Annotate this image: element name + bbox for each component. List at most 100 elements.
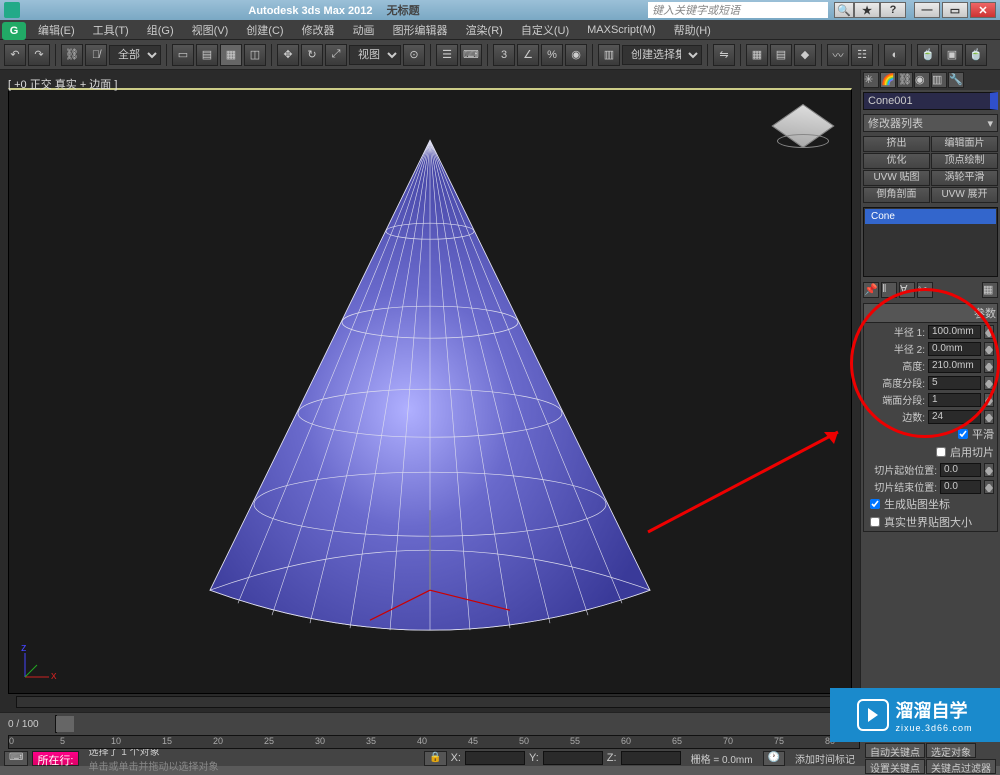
select-region-button[interactable]: ▦ <box>220 44 242 66</box>
modbtn-editpatch[interactable]: 编辑面片 <box>931 136 998 152</box>
undo-button[interactable]: ↶ <box>4 44 26 66</box>
menu-modifiers[interactable]: 修改器 <box>294 20 343 40</box>
viewport-label[interactable]: [ +0 正交 真实 + 边面 ] <box>8 76 117 92</box>
schematic-button[interactable]: ☷ <box>851 44 873 66</box>
percent-snap-button[interactable]: % <box>541 44 563 66</box>
modbtn-optimize[interactable]: 优化 <box>863 153 930 169</box>
spinner-height[interactable] <box>984 359 994 373</box>
coord-y-input[interactable] <box>543 751 603 765</box>
select-name-button[interactable]: ▤ <box>196 44 218 66</box>
stack-item-cone[interactable]: Cone <box>865 209 996 224</box>
remove-mod-icon[interactable]: ✂ <box>917 282 933 298</box>
input-capsegs[interactable]: 1 <box>928 393 981 407</box>
selected-key-button[interactable]: 选定对象 <box>926 743 976 758</box>
maxscript-mini-button[interactable]: ⌨ <box>4 751 28 766</box>
add-time-tag[interactable]: 添加时间标记 <box>789 751 861 766</box>
checkbox-genuv[interactable] <box>870 499 880 509</box>
input-height[interactable]: 210.0mm <box>928 359 981 373</box>
modbtn-uvwmap[interactable]: UVW 贴图 <box>863 170 930 186</box>
tab-modify-icon[interactable]: 🌈 <box>880 72 896 88</box>
input-heightsegs[interactable]: 5 <box>928 376 981 390</box>
tab-utilities-icon[interactable]: 🔧 <box>948 72 964 88</box>
coord-z-input[interactable] <box>621 751 681 765</box>
menu-maxscript[interactable]: MAXScript(M) <box>579 22 663 38</box>
rotate-button[interactable]: ↻ <box>301 44 323 66</box>
modbtn-extrude[interactable]: 挤出 <box>863 136 930 152</box>
unlink-button[interactable]: ⛓̸ <box>85 44 107 66</box>
menu-render[interactable]: 渲染(R) <box>458 20 511 40</box>
close-button[interactable]: ✕ <box>970 2 996 18</box>
link-button[interactable]: ⛓ <box>61 44 83 66</box>
spinner-radius1[interactable] <box>984 325 994 339</box>
menu-anim[interactable]: 动画 <box>345 20 383 40</box>
menu-group[interactable]: 组(G) <box>139 20 182 40</box>
viewport[interactable]: z x <box>8 88 852 694</box>
modbtn-bevelprofile[interactable]: 倒角剖面 <box>863 187 930 203</box>
move-button[interactable]: ✥ <box>277 44 299 66</box>
menu-customize[interactable]: 自定义(U) <box>513 20 577 40</box>
menu-create[interactable]: 创建(C) <box>238 20 291 40</box>
modbtn-turbosmooth[interactable]: 涡轮平滑 <box>931 170 998 186</box>
redo-button[interactable]: ↷ <box>28 44 50 66</box>
tab-display-icon[interactable]: ▥ <box>931 72 947 88</box>
menu-view[interactable]: 视图(V) <box>184 20 237 40</box>
spinner-heightsegs[interactable] <box>984 376 994 390</box>
time-tag-icon[interactable]: 🕐 <box>763 751 785 766</box>
spinner-radius2[interactable] <box>984 342 994 356</box>
help-icon[interactable]: ? <box>880 2 906 18</box>
viewcube[interactable] <box>773 96 833 156</box>
modifier-list-dropdown[interactable]: 修改器列表▾ <box>863 114 998 132</box>
auto-key-button[interactable]: 自动关键点 <box>865 743 925 758</box>
time-slider[interactable] <box>55 715 57 733</box>
checkbox-smooth[interactable] <box>958 429 968 439</box>
select-button[interactable]: ▭ <box>172 44 194 66</box>
coord-x-input[interactable] <box>465 751 525 765</box>
pivot-button[interactable]: ⊙ <box>403 44 425 66</box>
help-search-input[interactable]: 键入关键字或短语 <box>648 2 828 18</box>
key-filter-button[interactable]: 关键点过滤器 <box>926 759 996 774</box>
graphite-button[interactable]: ◆ <box>794 44 816 66</box>
render-setup-button[interactable]: 🍵 <box>917 44 939 66</box>
lock-selection-icon[interactable]: 🔒 <box>424 751 446 766</box>
scale-button[interactable]: ⤢ <box>325 44 347 66</box>
menu-edit[interactable]: 编辑(E) <box>30 20 83 40</box>
snap-toggle-button[interactable]: 3 <box>493 44 515 66</box>
show-end-result-icon[interactable]: ‖ <box>881 282 897 298</box>
spinner-capsegs[interactable] <box>984 393 994 407</box>
keyboard-shortcut-button[interactable]: ⌨ <box>460 44 482 66</box>
tab-create-icon[interactable]: ✳ <box>863 72 879 88</box>
spinner-slice-to[interactable] <box>984 480 994 494</box>
checkbox-realworld[interactable] <box>870 517 880 527</box>
layers-button[interactable]: ▤ <box>770 44 792 66</box>
input-slice-from[interactable]: 0.0 <box>940 463 981 477</box>
now-line-button[interactable]: 所在行: <box>32 751 78 766</box>
tab-motion-icon[interactable]: ◉ <box>914 72 930 88</box>
app-logo-icon[interactable]: G <box>2 22 26 40</box>
material-editor-button[interactable]: ◐ <box>884 44 906 66</box>
set-key-button[interactable]: 设置关键点 <box>865 759 925 774</box>
make-unique-icon[interactable]: ∀ <box>899 282 915 298</box>
time-ruler[interactable]: 0 5 10 15 20 25 30 35 40 45 50 55 60 65 … <box>8 735 860 749</box>
align-button[interactable]: ▦ <box>746 44 768 66</box>
configure-sets-icon[interactable]: ▦ <box>982 282 998 298</box>
modbtn-uvwunwrap[interactable]: UVW 展开 <box>931 187 998 203</box>
angle-snap-button[interactable]: ∠ <box>517 44 539 66</box>
manipulate-button[interactable]: ☰ <box>436 44 458 66</box>
input-slice-to[interactable]: 0.0 <box>940 480 981 494</box>
input-radius1[interactable]: 100.0mm <box>928 325 981 339</box>
named-set-dropdown[interactable]: 创建选择集 <box>622 45 702 65</box>
checkbox-slice[interactable] <box>936 447 946 457</box>
spinner-snap-button[interactable]: ◉ <box>565 44 587 66</box>
curve-editor-button[interactable]: 〰 <box>827 44 849 66</box>
pin-stack-icon[interactable]: 📌 <box>863 282 879 298</box>
tab-hierarchy-icon[interactable]: ⛓ <box>897 72 913 88</box>
menu-help[interactable]: 帮助(H) <box>666 20 719 40</box>
maximize-button[interactable]: ▭ <box>942 2 968 18</box>
parameters-header[interactable]: -参数 <box>864 304 997 323</box>
input-sides[interactable]: 24 <box>928 410 981 424</box>
modifier-stack[interactable]: Cone <box>863 207 998 277</box>
ref-coord-dropdown[interactable]: 视图 <box>349 45 401 65</box>
spinner-slice-from[interactable] <box>984 463 994 477</box>
minimize-button[interactable]: — <box>914 2 940 18</box>
spinner-sides[interactable] <box>984 410 994 424</box>
